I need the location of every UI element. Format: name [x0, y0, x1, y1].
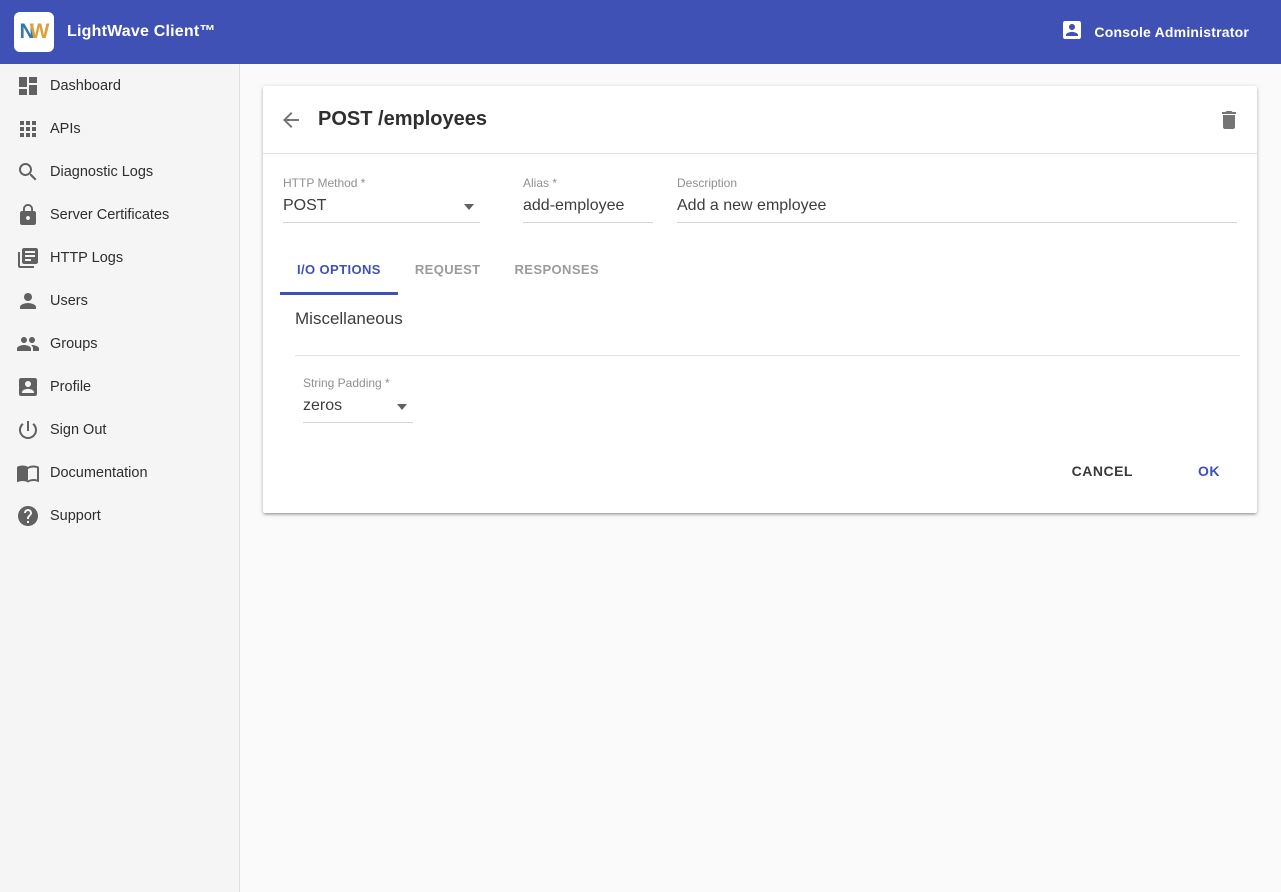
lock-icon — [16, 203, 40, 227]
library-books-icon — [16, 246, 40, 270]
tab-io-options[interactable]: I/O OPTIONS — [280, 247, 398, 295]
sidebar-item-server-certificates[interactable]: Server Certificates — [0, 193, 239, 236]
help-icon — [16, 504, 40, 528]
app-logo: NW — [14, 12, 54, 52]
tab-bar: I/O OPTIONS REQUEST RESPONSES — [280, 247, 1257, 295]
http-method-select[interactable]: HTTP Method * POST — [283, 176, 480, 223]
string-padding-group: String Padding * zeros — [303, 376, 1257, 423]
dialog-actions: CANCEL OK — [263, 423, 1257, 513]
sidebar-item-label: Profile — [50, 379, 91, 395]
search-icon — [16, 160, 40, 184]
ok-button[interactable]: OK — [1177, 453, 1241, 489]
sidebar-item-diagnostic-logs[interactable]: Diagnostic Logs — [0, 150, 239, 193]
alias-field[interactable]: Alias * add-employee — [523, 176, 653, 223]
description-label: Description — [677, 176, 1237, 190]
sidebar-item-label: APIs — [50, 121, 81, 137]
sidebar-item-documentation[interactable]: Documentation — [0, 451, 239, 494]
sidebar-item-users[interactable]: Users — [0, 279, 239, 322]
endpoint-fields: HTTP Method * POST Alias * add-employee … — [263, 154, 1257, 247]
sidebar-item-label: Diagnostic Logs — [50, 164, 153, 180]
alias-label: Alias * — [523, 176, 653, 190]
tab-request[interactable]: REQUEST — [398, 247, 498, 295]
trash-icon — [1217, 108, 1241, 132]
sidebar-item-label: HTTP Logs — [50, 250, 123, 266]
description-field[interactable]: Description Add a new employee — [677, 176, 1237, 223]
sidebar-item-label: Server Certificates — [50, 207, 169, 223]
account-box-icon — [16, 375, 40, 399]
sidebar-item-dashboard[interactable]: Dashboard — [0, 64, 239, 107]
cancel-button[interactable]: CANCEL — [1056, 453, 1149, 489]
page-title: POST /employees — [318, 108, 487, 131]
power-icon — [16, 418, 40, 442]
sidebar-item-label: Documentation — [50, 465, 148, 481]
string-padding-label: String Padding * — [303, 376, 413, 390]
chevron-down-icon — [464, 204, 474, 210]
main-content: POST /employees HTTP Method * POST Alias… — [240, 64, 1281, 892]
logo-letter-w: W — [30, 20, 49, 44]
dashboard-icon — [16, 74, 40, 98]
sidebar-item-profile[interactable]: Profile — [0, 365, 239, 408]
open-book-icon — [16, 461, 40, 485]
tab-responses[interactable]: RESPONSES — [498, 247, 617, 295]
sidebar-item-sign-out[interactable]: Sign Out — [0, 408, 239, 451]
sidebar-item-label: Sign Out — [50, 422, 106, 438]
back-button[interactable] — [279, 108, 303, 132]
http-method-label: HTTP Method * — [283, 176, 480, 190]
account-box-icon — [1060, 18, 1084, 47]
alias-value: add-employee — [523, 197, 653, 223]
sidebar-item-http-logs[interactable]: HTTP Logs — [0, 236, 239, 279]
sidebar-item-label: Groups — [50, 336, 98, 352]
people-icon — [16, 332, 40, 356]
sidebar-item-label: Support — [50, 508, 101, 524]
sidebar: Dashboard APIs Diagnostic Logs Server Ce… — [0, 64, 240, 892]
sidebar-item-label: Dashboard — [50, 78, 121, 94]
sidebar-item-label: Users — [50, 293, 88, 309]
chevron-down-icon — [397, 404, 407, 410]
section-title: Miscellaneous — [295, 309, 1240, 356]
string-padding-value: zeros — [303, 397, 413, 423]
arrow-back-icon — [279, 108, 303, 132]
apps-grid-icon — [16, 117, 40, 141]
sidebar-item-groups[interactable]: Groups — [0, 322, 239, 365]
tab-panel-io-options: Miscellaneous String Padding * zeros CAN… — [263, 309, 1257, 513]
delete-button[interactable] — [1217, 108, 1241, 132]
user-menu[interactable]: Console Administrator — [1060, 18, 1249, 47]
sidebar-item-apis[interactable]: APIs — [0, 107, 239, 150]
card-header: POST /employees — [263, 86, 1257, 154]
endpoint-card: POST /employees HTTP Method * POST Alias… — [263, 86, 1257, 513]
app-title: LightWave Client™ — [67, 23, 216, 41]
sidebar-item-support[interactable]: Support — [0, 494, 239, 537]
person-icon — [16, 289, 40, 313]
description-value: Add a new employee — [677, 197, 1237, 223]
user-name: Console Administrator — [1094, 24, 1249, 40]
string-padding-select[interactable]: String Padding * zeros — [303, 376, 413, 423]
app-bar: NW LightWave Client™ Console Administrat… — [0, 0, 1281, 64]
http-method-value: POST — [283, 197, 480, 223]
